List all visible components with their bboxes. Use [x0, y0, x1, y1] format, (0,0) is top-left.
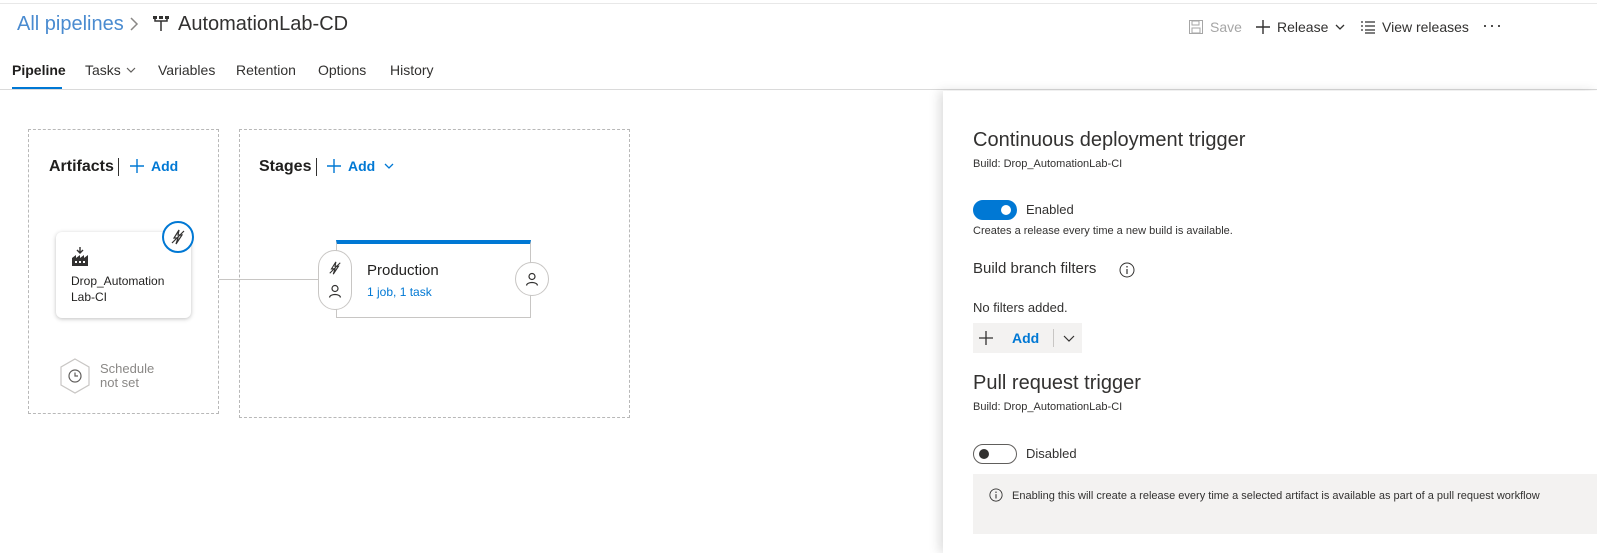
release-pipeline-icon	[152, 15, 170, 33]
branch-filters-empty: No filters added.	[973, 300, 1068, 315]
plus-icon	[326, 158, 342, 174]
chevron-down-icon	[383, 160, 395, 172]
plus-icon	[129, 158, 145, 174]
pr-trigger-info-box	[973, 474, 1597, 534]
schedule-status: Schedule not set	[100, 361, 155, 390]
info-icon	[989, 488, 1003, 502]
title-separator	[316, 158, 317, 176]
cd-trigger-button[interactable]	[162, 221, 194, 253]
plus-icon	[978, 330, 994, 346]
artifacts-title: Artifacts	[49, 158, 114, 175]
page-title: AutomationLab-CD	[178, 13, 349, 35]
add-stage-button[interactable]: Add	[326, 158, 395, 174]
pre-deployment-conditions[interactable]	[318, 250, 352, 310]
view-releases-label: View releases	[1382, 19, 1469, 35]
tab-history[interactable]: History	[390, 62, 434, 78]
pr-trigger-build: Build: Drop_AutomationLab-CI	[973, 401, 1123, 413]
title-separator	[118, 158, 119, 176]
save-label: Save	[1210, 19, 1242, 35]
add-artifact-button[interactable]: Add	[129, 158, 178, 174]
person-icon	[525, 272, 539, 286]
toggle-knob	[1001, 205, 1011, 215]
lightning-icon	[170, 229, 186, 245]
release-label: Release	[1277, 19, 1329, 35]
top-border	[0, 3, 1597, 4]
tab-variables[interactable]: Variables	[158, 62, 215, 78]
save-icon	[1188, 19, 1204, 35]
view-releases-button[interactable]: View releases	[1360, 17, 1469, 37]
tabs-divider	[0, 89, 1597, 90]
stage-name[interactable]: Production	[367, 262, 439, 279]
cd-trigger-toggle-label: Enabled	[1026, 202, 1074, 217]
cd-trigger-build: Build: Drop_AutomationLab-CI	[973, 158, 1123, 170]
list-icon	[1360, 19, 1376, 35]
toggle-knob	[979, 449, 989, 459]
plus-icon	[1255, 19, 1271, 35]
cd-trigger-toggle[interactable]	[973, 200, 1017, 220]
tab-retention[interactable]: Retention	[236, 62, 296, 78]
add-branch-filter-button[interactable]: Add	[973, 323, 1082, 353]
split-divider	[1053, 329, 1055, 347]
build-artifact-icon	[71, 247, 89, 267]
info-icon[interactable]	[1119, 262, 1135, 278]
breadcrumb-all-pipelines[interactable]: All pipelines	[17, 13, 124, 36]
pr-trigger-info-text: Enabling this will create a release ever…	[1012, 490, 1540, 502]
schedule-trigger-button[interactable]	[58, 357, 92, 395]
tab-tasks[interactable]: Tasks	[85, 62, 137, 78]
artifact-name: Drop_Automation Lab-CI	[71, 274, 165, 304]
cd-trigger-description: Creates a release every time a new build…	[973, 225, 1233, 237]
branch-filters-title: Build branch filters	[973, 260, 1097, 277]
lightning-icon	[328, 261, 342, 275]
more-options-button[interactable]: ···	[1482, 15, 1503, 36]
tab-pipeline[interactable]: Pipeline	[12, 62, 66, 78]
cd-trigger-title: Continuous deployment trigger	[973, 129, 1246, 151]
release-button[interactable]: Release	[1255, 17, 1346, 37]
pr-trigger-toggle-label: Disabled	[1026, 446, 1077, 461]
tab-options[interactable]: Options	[318, 62, 366, 78]
clock-icon	[58, 357, 92, 395]
add-branch-filter-label: Add	[1012, 330, 1040, 346]
person-icon	[328, 284, 342, 298]
chevron-down-icon	[125, 64, 137, 76]
chevron-right-icon	[124, 14, 144, 34]
post-deployment-conditions[interactable]	[515, 262, 549, 296]
stages-title: Stages	[259, 158, 312, 175]
add-stage-label: Add	[348, 158, 376, 174]
tab-tasks-label: Tasks	[85, 62, 121, 78]
add-artifact-label: Add	[151, 158, 179, 174]
pr-trigger-title: Pull request trigger	[973, 372, 1141, 394]
chevron-down-icon[interactable]	[1062, 331, 1076, 345]
stage-job-summary[interactable]: 1 job, 1 task	[367, 285, 432, 299]
chevron-down-icon	[1334, 21, 1346, 33]
save-button[interactable]: Save	[1188, 17, 1242, 37]
pr-trigger-toggle[interactable]	[973, 444, 1017, 464]
stage-card[interactable]	[336, 240, 531, 318]
